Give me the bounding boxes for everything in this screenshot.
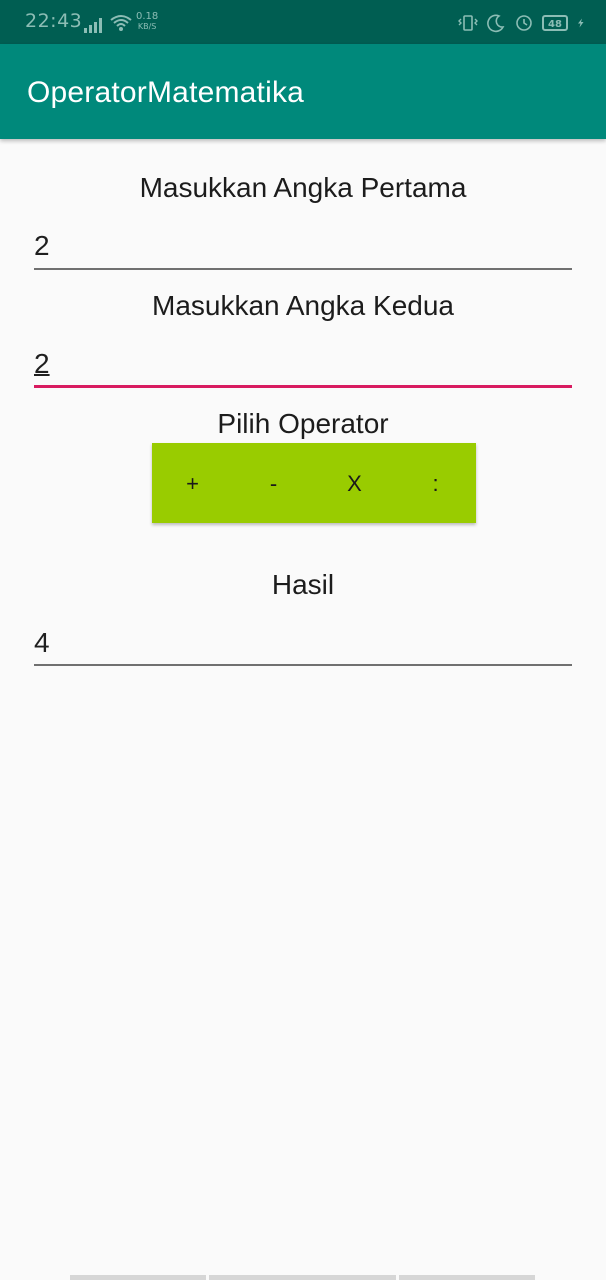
network-speed: 0.18 KB/S — [136, 12, 158, 32]
first-number-underline — [34, 268, 572, 270]
network-speed-value: 0.18 — [136, 11, 159, 22]
nav-hint-center — [209, 1275, 396, 1280]
moon-icon — [487, 14, 505, 33]
battery-level: 48 — [548, 19, 562, 30]
first-number-value: 2 — [34, 230, 50, 261]
status-bar: 22:43 0.18 KB/S 48 — [0, 0, 606, 44]
multiply-button[interactable]: X — [314, 443, 395, 523]
app-title: OperatorMatematika — [27, 76, 305, 109]
second-number-input[interactable]: 2 — [34, 348, 572, 390]
status-icons: 48 — [458, 13, 586, 33]
signal-icon — [84, 18, 102, 33]
result-underline — [34, 664, 572, 666]
alarm-icon — [516, 15, 532, 31]
subtract-button[interactable]: - — [233, 443, 314, 523]
charging-icon — [578, 18, 584, 28]
second-number-label: Masukkan Angka Kedua — [152, 290, 454, 321]
result-label: Hasil — [271, 569, 335, 600]
nav-hint-left — [70, 1275, 206, 1280]
first-number-label: Masukkan Angka Pertama — [139, 172, 467, 203]
battery-icon: 48 — [542, 15, 568, 31]
first-number-input[interactable]: 2 — [34, 230, 572, 272]
add-button[interactable]: + — [152, 443, 233, 523]
wifi-icon — [110, 15, 132, 31]
second-number-underline — [34, 385, 572, 388]
status-time: 22:43 — [25, 10, 83, 32]
vibrate-icon — [458, 15, 478, 31]
result-value: 4 — [34, 627, 50, 658]
result-field[interactable]: 4 — [34, 627, 572, 669]
nav-hint-right — [399, 1275, 535, 1280]
divide-button[interactable]: : — [395, 443, 476, 523]
second-number-value: 2 — [34, 348, 50, 379]
network-speed-unit: KB/S — [137, 22, 157, 31]
app-bar: OperatorMatematika — [0, 44, 606, 139]
operator-label: Pilih Operator — [217, 408, 389, 439]
operator-button-bar: + - X : — [152, 443, 476, 523]
